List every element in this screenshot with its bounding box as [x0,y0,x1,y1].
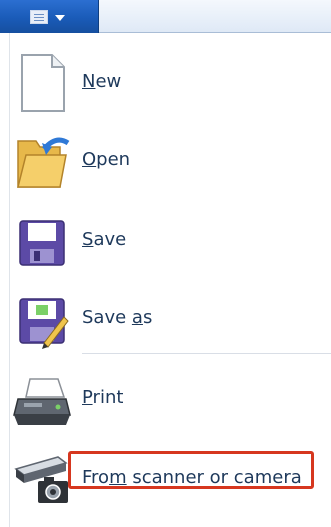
menu-item-label: Save as [82,307,153,328]
open-folder-icon [17,137,70,188]
document-icon [30,10,48,24]
menu-item-save[interactable]: Save [0,209,331,273]
menu-separator [82,353,331,354]
menu-item-label: Open [82,149,131,170]
menu-item-label: New [82,71,122,92]
printer-icon [13,378,71,425]
menu-item-save-as[interactable]: Save as [0,287,331,351]
title-bar [0,0,331,33]
file-menu: New Open Save Save as Print From scanner… [0,33,331,527]
scanner-camera-icon [14,456,68,503]
highlight-box [68,451,314,489]
save-as-icon [19,298,69,349]
menu-item-label: Print [82,387,124,408]
menu-item-print[interactable]: Print [0,367,331,431]
paint-menu-button[interactable] [0,0,99,33]
menu-item-new[interactable]: New [0,51,331,115]
menu-item-label: Save [82,229,127,250]
dropdown-arrow-icon [55,15,65,21]
menu-item-open[interactable]: Open [0,129,331,193]
save-disk-icon [19,220,65,266]
new-document-icon [21,54,65,112]
